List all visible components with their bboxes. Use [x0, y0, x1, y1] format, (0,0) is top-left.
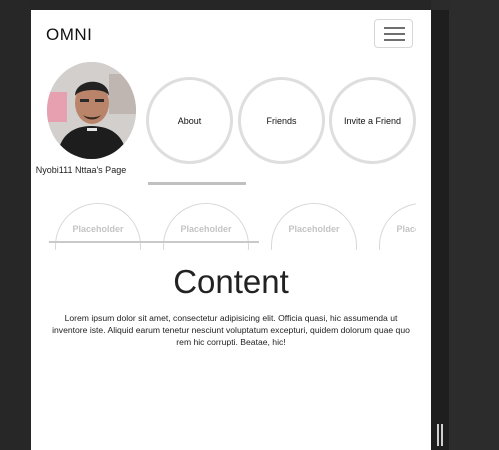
- circle-nav-label: About: [177, 115, 202, 126]
- left-gutter: [0, 0, 31, 450]
- placeholder-divider: [49, 241, 259, 243]
- profile-caption[interactable]: Nyobi111 Nttaa's Page: [35, 164, 127, 176]
- circle-nav-label: Invite a Friend: [343, 115, 402, 126]
- placeholder-label: Placeholder: [288, 224, 340, 234]
- resize-grip-icon[interactable]: [437, 424, 443, 446]
- top-strip: [31, 0, 431, 10]
- avatar[interactable]: [47, 62, 136, 159]
- circle-nav-label: Friends: [266, 115, 297, 126]
- circle-nav-invite-a-friend[interactable]: Invite a Friend: [329, 77, 416, 164]
- hamburger-line: [384, 33, 405, 35]
- content-title: Content: [173, 263, 289, 300]
- content-body: Lorem ipsum dolor sit amet, consectetur …: [52, 313, 410, 347]
- avatar-photo: [47, 62, 136, 159]
- circle-nav-friends[interactable]: Friends: [238, 77, 325, 164]
- active-indicator-bar: [148, 182, 246, 185]
- circle-nav-about[interactable]: About: [146, 77, 233, 164]
- navbar-brand[interactable]: OMNI: [46, 25, 92, 45]
- hamburger-line: [384, 39, 405, 41]
- page-viewport: OMNI Nyobi111 Nttaa's Page About Friends…: [31, 10, 431, 450]
- placeholder-label: Placeholder: [72, 224, 124, 234]
- right-dark-panel: [449, 0, 499, 450]
- right-scrollbar-track[interactable]: [431, 10, 449, 450]
- navbar-toggle-button[interactable]: [374, 19, 413, 48]
- hamburger-icon: [384, 27, 405, 29]
- placeholder-label: Placeholder: [396, 224, 416, 234]
- placeholder-label: Placeholder: [180, 224, 232, 234]
